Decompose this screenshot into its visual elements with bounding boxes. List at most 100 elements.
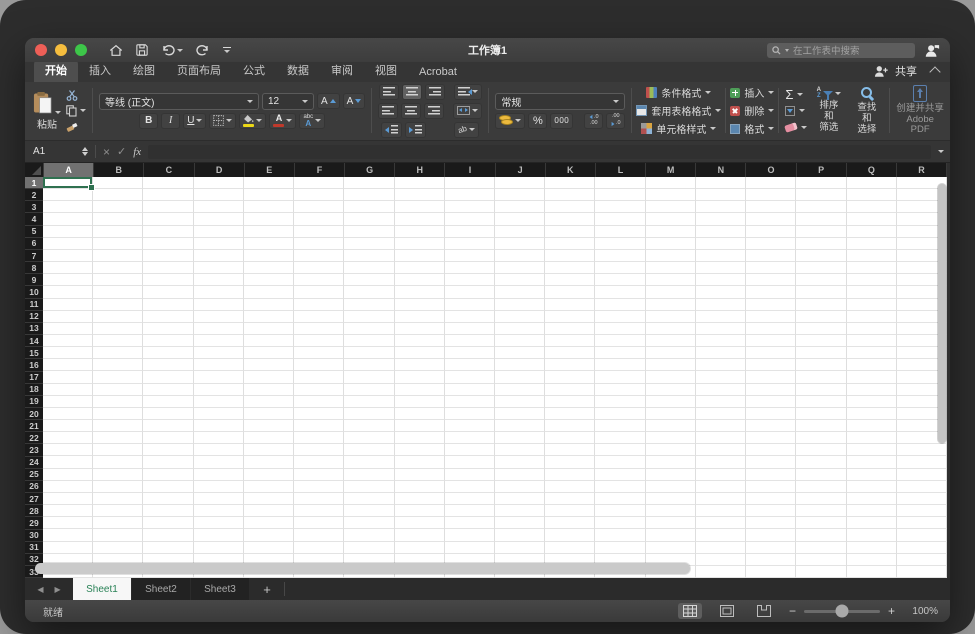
grid-cell-O20[interactable] <box>746 407 797 421</box>
grid-cell-Q15[interactable] <box>846 347 897 360</box>
grid-cell-L30[interactable] <box>595 529 646 542</box>
grid-cell-K4[interactable] <box>545 213 596 226</box>
grid-cell-E12[interactable] <box>243 310 295 323</box>
grid-cell-K13[interactable] <box>545 322 596 335</box>
grid-cell-K17[interactable] <box>545 371 596 384</box>
grid-cell-A30[interactable] <box>43 529 94 542</box>
grid-cell-N10[interactable] <box>695 286 747 299</box>
cells-grid[interactable] <box>43 177 947 578</box>
grid-cell-F14[interactable] <box>294 334 345 348</box>
grid-cell-H13[interactable] <box>394 322 445 335</box>
selection-fill-handle[interactable] <box>88 184 96 192</box>
grid-cell-B11[interactable] <box>93 298 144 311</box>
grid-cell-G7[interactable] <box>344 249 395 263</box>
grid-cell-P28[interactable] <box>796 505 847 518</box>
row-header-16[interactable]: 16 <box>25 359 43 372</box>
grid-cell-E1[interactable] <box>243 177 295 190</box>
grid-cell-G4[interactable] <box>344 213 395 226</box>
grid-cell-E14[interactable] <box>243 334 295 348</box>
grid-cell-M10[interactable] <box>645 286 696 299</box>
grid-cell-N5[interactable] <box>695 225 747 238</box>
grid-cell-Q31[interactable] <box>846 541 897 554</box>
search-scope-caret[interactable] <box>785 48 789 52</box>
grid-cell-J3[interactable] <box>494 201 546 214</box>
format-as-table-button[interactable]: 套用表格格式 <box>636 104 722 118</box>
grid-cell-P3[interactable] <box>796 201 847 214</box>
grid-cell-Q18[interactable] <box>846 383 897 396</box>
grid-cell-K24[interactable] <box>545 456 596 469</box>
grid-cell-C25[interactable] <box>143 468 194 481</box>
paste-dropdown-caret[interactable] <box>55 110 61 114</box>
zoom-window-button[interactable] <box>75 44 87 56</box>
grid-cell-O4[interactable] <box>746 213 797 226</box>
grid-cell-P13[interactable] <box>796 322 847 335</box>
grid-cell-N15[interactable] <box>695 347 747 360</box>
create-share-pdf-button[interactable]: 创建并共享 Adobe PDF <box>896 84 944 137</box>
grid-cell-K22[interactable] <box>545 432 596 445</box>
grid-cell-F26[interactable] <box>294 480 345 493</box>
grid-cell-G29[interactable] <box>344 517 395 530</box>
grid-cell-B31[interactable] <box>93 541 144 554</box>
grid-cell-L24[interactable] <box>595 456 646 469</box>
grid-cell-F22[interactable] <box>294 432 345 445</box>
grid-cell-C22[interactable] <box>143 432 194 445</box>
ribbon-tab-视图[interactable]: 视图 <box>364 59 408 82</box>
row-header-30[interactable]: 30 <box>25 530 43 542</box>
grid-cell-M6[interactable] <box>645 237 696 250</box>
find-select-button[interactable]: 查找和 选择 <box>850 85 883 136</box>
bold-button[interactable]: B <box>139 112 159 129</box>
grid-cell-H19[interactable] <box>394 395 445 408</box>
grid-cell-B4[interactable] <box>93 213 144 226</box>
grid-cell-Q25[interactable] <box>846 468 897 481</box>
grid-cell-K15[interactable] <box>545 347 596 360</box>
grid-cell-E13[interactable] <box>243 322 295 335</box>
copy-dropdown-caret[interactable] <box>80 109 86 112</box>
column-header-B[interactable]: B <box>94 163 145 177</box>
grid-cell-O17[interactable] <box>746 371 797 384</box>
grid-cell-I28[interactable] <box>444 505 495 518</box>
align-center-button[interactable] <box>401 102 422 119</box>
grid-cell-F6[interactable] <box>294 237 345 250</box>
grid-cell-J22[interactable] <box>494 432 546 445</box>
grid-cell-K16[interactable] <box>545 359 596 372</box>
grid-cell-F13[interactable] <box>294 322 345 335</box>
grid-cell-Q27[interactable] <box>846 492 897 506</box>
font-color-button[interactable]: A <box>269 112 297 129</box>
ribbon-tab-开始[interactable]: 开始 <box>34 59 78 82</box>
grid-cell-I30[interactable] <box>444 529 495 542</box>
grid-cell-O33[interactable] <box>746 565 797 578</box>
grid-cell-L16[interactable] <box>595 359 646 372</box>
grid-cell-N27[interactable] <box>695 492 747 506</box>
grid-cell-G10[interactable] <box>344 286 395 299</box>
grid-cell-E16[interactable] <box>243 359 295 372</box>
grid-cell-N13[interactable] <box>695 322 747 335</box>
paste-button[interactable]: 粘贴 <box>33 91 61 131</box>
grid-cell-D4[interactable] <box>193 213 244 226</box>
grid-cell-D30[interactable] <box>193 529 244 542</box>
grid-cell-P32[interactable] <box>796 553 847 566</box>
grid-cell-D10[interactable] <box>193 286 244 299</box>
grid-cell-N2[interactable] <box>695 189 747 202</box>
grid-cell-M12[interactable] <box>645 310 696 323</box>
grid-cell-P9[interactable] <box>796 274 847 287</box>
grid-cell-G13[interactable] <box>344 322 395 335</box>
row-header-13[interactable]: 13 <box>25 323 43 336</box>
conditional-formatting-button[interactable]: 条件格式 <box>646 86 712 100</box>
grid-cell-F27[interactable] <box>294 492 345 506</box>
grid-cell-A9[interactable] <box>43 274 94 287</box>
grid-cell-O21[interactable] <box>746 420 797 433</box>
grid-cell-N28[interactable] <box>695 505 747 518</box>
grid-cell-K31[interactable] <box>545 541 596 554</box>
autosum-button[interactable]: Σ <box>785 87 807 102</box>
grid-cell-D27[interactable] <box>193 492 244 506</box>
grid-cell-I17[interactable] <box>444 371 495 384</box>
grid-cell-A16[interactable] <box>43 359 94 372</box>
column-header-R[interactable]: R <box>897 163 948 177</box>
grid-cell-N4[interactable] <box>695 213 747 226</box>
grid-cell-C21[interactable] <box>143 420 194 433</box>
grid-cell-J2[interactable] <box>494 189 546 202</box>
grid-cell-P23[interactable] <box>796 444 847 457</box>
grid-cell-A6[interactable] <box>43 237 94 250</box>
grid-cell-F28[interactable] <box>294 505 345 518</box>
grid-cell-H24[interactable] <box>394 456 445 469</box>
